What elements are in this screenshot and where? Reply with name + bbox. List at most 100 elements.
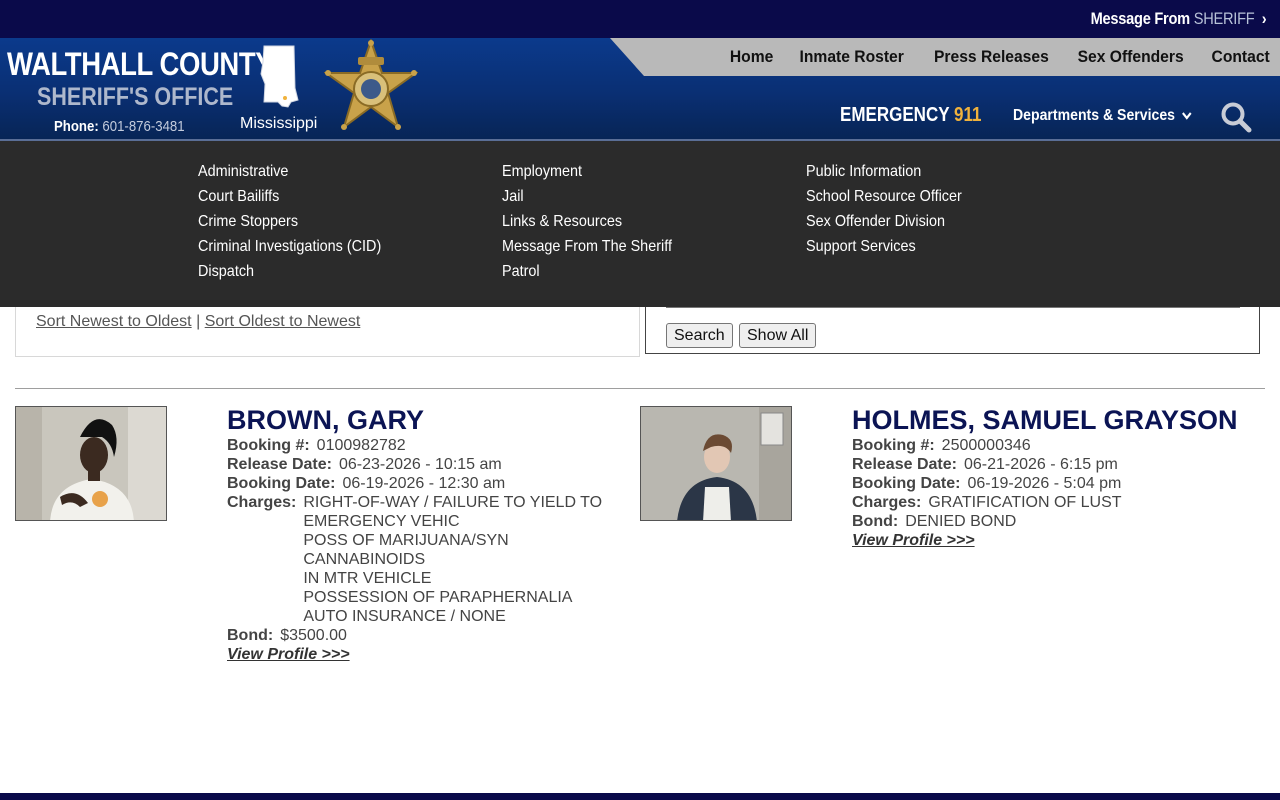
booking-date-label: Booking Date:: [227, 475, 336, 492]
footer-bar: [0, 793, 1280, 800]
inmate-card: HOLMES, SAMUEL GRAYSON Booking #: 250000…: [852, 404, 1262, 550]
departments-dropdown: Administrative Court Bailiffs Crime Stop…: [0, 141, 1280, 307]
booking-number-label: Booking #:: [227, 437, 310, 454]
state-label: Mississippi: [240, 115, 318, 132]
charges-list: RIGHT-OF-WAY / FAILURE TO YIELD TO EMERG…: [303, 493, 627, 626]
bond-value: DENIED BOND: [905, 513, 1017, 530]
release-date-value: 06-23-2026 - 10:15 am: [338, 456, 502, 473]
charge-line: RIGHT-OF-WAY / FAILURE TO YIELD TO: [303, 494, 603, 511]
booking-date-row: Booking Date: 06-19-2026 - 12:30 am: [227, 474, 627, 493]
departments-label: Departments & Services: [1013, 107, 1176, 124]
emergency-number: 911: [953, 104, 982, 126]
booking-number-row: Booking #: 2500000346: [852, 436, 1262, 455]
main-nav: Home Inmate Roster Press Releases Sex Of…: [728, 38, 1272, 76]
charges-row: Charges: RIGHT-OF-WAY / FAILURE TO YIELD…: [227, 493, 627, 626]
site-title[interactable]: WALTHALL COUNTY: [7, 46, 274, 83]
inmate-card: BROWN, GARY Booking #: 0100982782 Releas…: [227, 404, 627, 664]
view-profile-link[interactable]: View Profile >>>: [227, 645, 350, 664]
dropdown-column-2: Employment Jail Links & Resources Messag…: [502, 162, 691, 281]
release-date-value: 06-21-2026 - 6:15 pm: [963, 456, 1118, 473]
sheriff-star-badge-logo: [324, 39, 418, 130]
charges-label: Charges:: [852, 494, 922, 511]
mugshot-image: [641, 407, 791, 520]
divider: [15, 388, 1265, 389]
menu-item-public-information[interactable]: Public Information: [806, 162, 962, 181]
nav-sex-offenders[interactable]: Sex Offenders: [1078, 47, 1184, 67]
message-from-sheriff-link[interactable]: Message From SHERIFF ›: [1090, 9, 1266, 29]
charge-line: IN MTR VEHICLE: [303, 570, 432, 587]
booking-date-label: Booking Date:: [852, 475, 961, 492]
menu-item-crime-stoppers[interactable]: Crime Stoppers: [198, 212, 381, 231]
emergency-text: EMERGENCY: [840, 104, 950, 126]
search-icon[interactable]: [1220, 101, 1252, 133]
charge-line: GRATIFICATION OF LUST: [928, 494, 1122, 511]
chevron-right-icon: ›: [1261, 9, 1266, 28]
message-highlight: SHERIFF: [1193, 9, 1255, 28]
booking-number-value: 0100982782: [316, 437, 406, 454]
menu-item-court-bailiffs[interactable]: Court Bailiffs: [198, 187, 381, 206]
nav-press-releases[interactable]: Press Releases: [934, 47, 1049, 67]
booking-date-value: 06-19-2026 - 12:30 am: [342, 475, 506, 492]
charges-list: GRATIFICATION OF LUST: [928, 493, 1121, 512]
menu-item-cid[interactable]: Criminal Investigations (CID): [198, 237, 381, 256]
booking-date-value: 06-19-2026 - 5:04 pm: [967, 475, 1122, 492]
dropdown-column-3: Public Information School Resource Offic…: [806, 162, 979, 256]
search-panel: Search Show All: [645, 307, 1260, 354]
menu-item-dispatch[interactable]: Dispatch: [198, 262, 381, 281]
search-input[interactable]: [666, 307, 1240, 308]
site-header: Home Inmate Roster Press Releases Sex Of…: [0, 38, 1280, 141]
message-prefix: Message From: [1090, 9, 1190, 28]
nav-contact[interactable]: Contact: [1211, 47, 1269, 67]
booking-number-row: Booking #: 0100982782: [227, 436, 627, 455]
menu-item-patrol[interactable]: Patrol: [502, 262, 672, 281]
top-bar: Message From SHERIFF ›: [0, 0, 1280, 38]
release-date-label: Release Date:: [852, 456, 957, 473]
release-date-label: Release Date:: [227, 456, 332, 473]
sort-panel: Sort Newest to Oldest | Sort Oldest to N…: [15, 307, 640, 357]
booking-number-value: 2500000346: [941, 437, 1031, 454]
charge-line: POSSESSION OF PARAPHERNALIA: [303, 589, 573, 606]
phone-number[interactable]: 601-876-3481: [102, 118, 184, 135]
inmate-name[interactable]: HOLMES, SAMUEL GRAYSON: [852, 404, 1262, 436]
menu-item-school-resource-officer[interactable]: School Resource Officer: [806, 187, 962, 206]
menu-item-jail[interactable]: Jail: [502, 187, 672, 206]
bond-row: Bond: DENIED BOND: [852, 512, 1262, 531]
mississippi-map-icon: [260, 45, 299, 108]
dropdown-column-1: Administrative Court Bailiffs Crime Stop…: [198, 162, 402, 281]
release-date-row: Release Date: 06-21-2026 - 6:15 pm: [852, 455, 1262, 474]
bond-label: Bond:: [227, 627, 274, 644]
nav-home[interactable]: Home: [730, 47, 773, 67]
menu-item-sex-offender-division[interactable]: Sex Offender Division: [806, 212, 962, 231]
show-all-button[interactable]: Show All: [739, 323, 817, 348]
sort-oldest-link[interactable]: Sort Oldest to Newest: [205, 313, 361, 330]
phone-line: Phone: 601-876-3481: [54, 118, 185, 135]
nav-inmate-roster[interactable]: Inmate Roster: [800, 47, 904, 67]
inmate-name[interactable]: BROWN, GARY: [227, 404, 627, 436]
menu-item-message-from-sheriff[interactable]: Message From The Sheriff: [502, 237, 672, 256]
menu-item-support-services[interactable]: Support Services: [806, 237, 962, 256]
view-profile-link[interactable]: View Profile >>>: [852, 531, 975, 550]
booking-number-label: Booking #:: [852, 437, 935, 454]
charges-row: Charges: GRATIFICATION OF LUST: [852, 493, 1262, 512]
menu-item-employment[interactable]: Employment: [502, 162, 672, 181]
charge-line: EMERGENCY VEHIC: [303, 513, 460, 530]
booking-date-row: Booking Date: 06-19-2026 - 5:04 pm: [852, 474, 1262, 493]
sort-newest-link[interactable]: Sort Newest to Oldest: [36, 313, 192, 330]
charges-label: Charges:: [227, 494, 297, 511]
charge-line: AUTO INSURANCE / NONE: [303, 608, 506, 625]
emergency-label[interactable]: EMERGENCY 911: [840, 104, 981, 127]
bond-label: Bond:: [852, 513, 899, 530]
site-subtitle[interactable]: SHERIFF'S OFFICE: [37, 83, 233, 112]
departments-services-menu[interactable]: Departments & Services: [1013, 107, 1192, 125]
sort-links: Sort Newest to Oldest | Sort Oldest to N…: [36, 313, 360, 331]
search-button[interactable]: Search: [666, 323, 733, 348]
bond-row: Bond: $3500.00: [227, 626, 627, 645]
menu-item-links-resources[interactable]: Links & Resources: [502, 212, 672, 231]
inmate-photo[interactable]: [640, 406, 792, 521]
phone-label: Phone:: [54, 118, 99, 135]
mugshot-image: [16, 407, 166, 520]
chevron-down-icon: [1181, 112, 1192, 121]
inmate-photo[interactable]: [15, 406, 167, 521]
charge-line: POSS OF MARIJUANA/SYN CANNABINOIDS: [303, 532, 509, 568]
menu-item-administrative[interactable]: Administrative: [198, 162, 381, 181]
